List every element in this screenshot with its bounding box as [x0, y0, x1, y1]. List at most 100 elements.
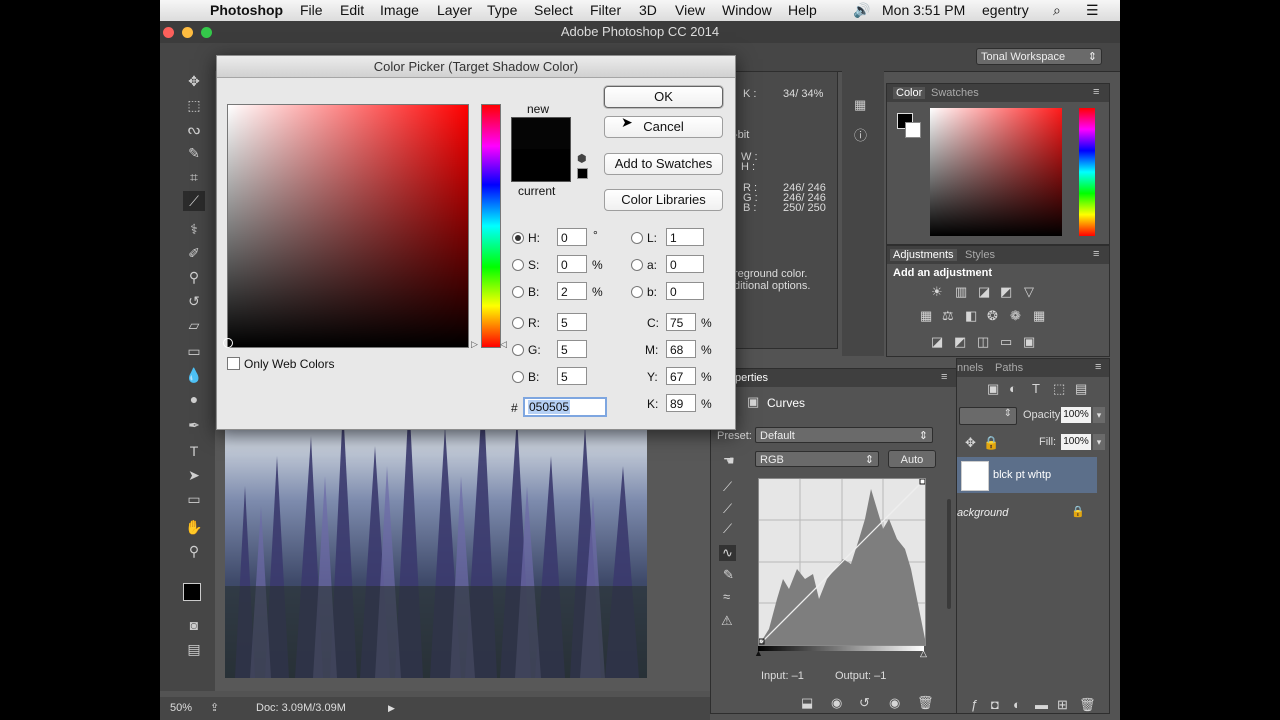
chevron-down-icon[interactable]: ▾: [1093, 407, 1105, 423]
layer-name[interactable]: blck pt whtp: [993, 469, 1051, 481]
curve-point-white[interactable]: [919, 478, 926, 485]
only-web-colors-checkbox[interactable]: [227, 357, 240, 370]
radio-red[interactable]: [512, 317, 524, 329]
add-mask-icon[interactable]: ◘: [991, 697, 999, 712]
info-panel-icon[interactable]: ⓘ: [854, 125, 867, 144]
gradient-tool-icon[interactable]: ▭: [183, 341, 205, 361]
filter-smart-icon[interactable]: ▤: [1075, 381, 1087, 397]
yellow-field[interactable]: 67: [666, 367, 696, 385]
radio-green[interactable]: [512, 344, 524, 356]
dodge-tool-icon[interactable]: ●: [183, 389, 205, 409]
out-of-gamut-cube-icon[interactable]: ⬢: [577, 152, 587, 165]
zoom-tool-icon[interactable]: ⚲: [183, 541, 205, 561]
curves-icon[interactable]: ◪: [978, 284, 990, 300]
histogram-panel-icon[interactable]: ▦: [854, 97, 866, 113]
hex-field[interactable]: 050505: [523, 397, 607, 417]
rectangle-tool-icon[interactable]: ▭: [183, 489, 205, 509]
lock-position-icon[interactable]: ✥: [965, 435, 976, 451]
vibrance-icon[interactable]: ▽: [1024, 284, 1034, 300]
tab-properties[interactable]: perties: [735, 372, 768, 384]
lasso-tool-icon[interactable]: ᔓ: [183, 119, 205, 139]
smooth-curve-icon[interactable]: ≈: [723, 589, 730, 604]
marquee-tool-icon[interactable]: ⬚: [183, 95, 205, 115]
panel-menu-icon[interactable]: ≡: [941, 371, 947, 383]
hue-spectrum-slider[interactable]: [481, 104, 501, 348]
visibility-eye-icon[interactable]: ◉: [889, 695, 900, 711]
color-selector-ring[interactable]: [223, 338, 233, 348]
lock-all-icon[interactable]: 🔒: [983, 435, 999, 451]
pencil-curve-icon[interactable]: ✎: [723, 567, 734, 583]
menu-select[interactable]: Select: [534, 2, 573, 18]
hue-slider[interactable]: [1079, 108, 1095, 236]
ok-button[interactable]: OK: [604, 86, 723, 108]
brush-tool-icon[interactable]: ✐: [183, 243, 205, 263]
workspace-switcher[interactable]: Tonal Workspace ⇕: [976, 48, 1102, 65]
foreground-color-swatch[interactable]: [183, 583, 201, 601]
cyan-field[interactable]: 75: [666, 313, 696, 331]
hue-slider-left-arrow-icon[interactable]: ▷: [471, 339, 478, 350]
trash-icon[interactable]: 🗑: [917, 695, 934, 711]
play-arrow-icon[interactable]: ▶: [388, 697, 395, 720]
channel-mixer-icon[interactable]: ❁: [1010, 308, 1021, 324]
eyedropper-tool-icon[interactable]: ⟋: [183, 191, 205, 211]
eraser-tool-icon[interactable]: ▱: [183, 315, 205, 335]
move-tool-icon[interactable]: ✥: [183, 71, 205, 91]
tab-paths[interactable]: Paths: [995, 362, 1023, 374]
volume-icon[interactable]: 🔊: [853, 2, 870, 19]
fx-icon[interactable]: ƒ: [971, 697, 978, 712]
brightness-icon[interactable]: ☀: [931, 284, 943, 300]
tab-color[interactable]: Color: [893, 87, 926, 99]
menu-layer[interactable]: Layer: [437, 2, 472, 18]
menu-window[interactable]: Window: [722, 2, 772, 18]
menu-filter[interactable]: Filter: [590, 2, 621, 18]
gradient-map-icon[interactable]: ▭: [1000, 334, 1012, 350]
tab-channels[interactable]: nnels: [957, 362, 983, 374]
tab-adjustments[interactable]: Adjustments: [890, 249, 957, 261]
radio-hue[interactable]: [512, 232, 524, 244]
hue-sat-icon[interactable]: ▦: [920, 308, 932, 324]
exposure-icon[interactable]: ◩: [1000, 284, 1012, 300]
white-slider-icon[interactable]: △: [920, 648, 927, 659]
clipping-warning-icon[interactable]: ⚠: [721, 613, 733, 629]
target-adjust-hand-icon[interactable]: ☚: [723, 453, 735, 469]
saturation-brightness-field[interactable]: [223, 104, 469, 348]
clip-to-layer-icon[interactable]: ⬓: [801, 695, 813, 711]
curve-point-tool-icon[interactable]: ∿: [719, 545, 736, 561]
layer-name[interactable]: ackground: [957, 507, 1008, 519]
selective-color-icon[interactable]: ▣: [1023, 334, 1035, 350]
a-field[interactable]: 0: [666, 255, 704, 273]
menu-edit[interactable]: Edit: [340, 2, 364, 18]
photo-filter-icon[interactable]: ❂: [987, 308, 998, 324]
web-safe-swatch-icon[interactable]: [577, 168, 588, 179]
menu-help[interactable]: Help: [788, 2, 817, 18]
trash-icon[interactable]: 🗑: [1079, 697, 1096, 713]
new-adjustment-icon[interactable]: ◐: [1013, 697, 1021, 712]
color-lookup-icon[interactable]: ▦: [1033, 308, 1045, 324]
spotlight-icon[interactable]: ⌕: [1053, 2, 1061, 19]
blend-mode-select[interactable]: ⇕: [959, 407, 1017, 425]
radio-lightness[interactable]: [631, 232, 643, 244]
menu-view[interactable]: View: [675, 2, 705, 18]
black-white-icon[interactable]: ◧: [965, 308, 977, 324]
opacity-field[interactable]: 100%: [1061, 407, 1091, 423]
panel-menu-icon[interactable]: ≡: [1093, 86, 1099, 98]
radio-a[interactable]: [631, 259, 643, 271]
quick-select-icon[interactable]: ✎: [183, 143, 205, 163]
history-brush-icon[interactable]: ↺: [183, 291, 205, 311]
bg-swatch[interactable]: [905, 122, 921, 138]
pen-tool-icon[interactable]: ✒: [183, 415, 205, 435]
filter-type-icon[interactable]: T: [1032, 381, 1040, 396]
new-group-icon[interactable]: ▬: [1035, 697, 1048, 712]
export-icon[interactable]: ⇪: [210, 697, 219, 720]
color-field[interactable]: [930, 108, 1062, 236]
hue-field[interactable]: 0: [557, 228, 587, 246]
path-select-icon[interactable]: ➤: [183, 465, 205, 485]
white-point-eyedropper-icon[interactable]: ⟋: [723, 521, 732, 537]
tab-styles[interactable]: Styles: [965, 249, 995, 261]
screen-mode-icon[interactable]: ▤: [183, 639, 205, 659]
green-field[interactable]: 5: [557, 340, 587, 358]
menu-type[interactable]: Type: [487, 2, 517, 18]
properties-scrollbar[interactable]: [947, 499, 951, 609]
zoom-window-button[interactable]: [201, 27, 212, 38]
posterize-icon[interactable]: ◩: [954, 334, 966, 350]
